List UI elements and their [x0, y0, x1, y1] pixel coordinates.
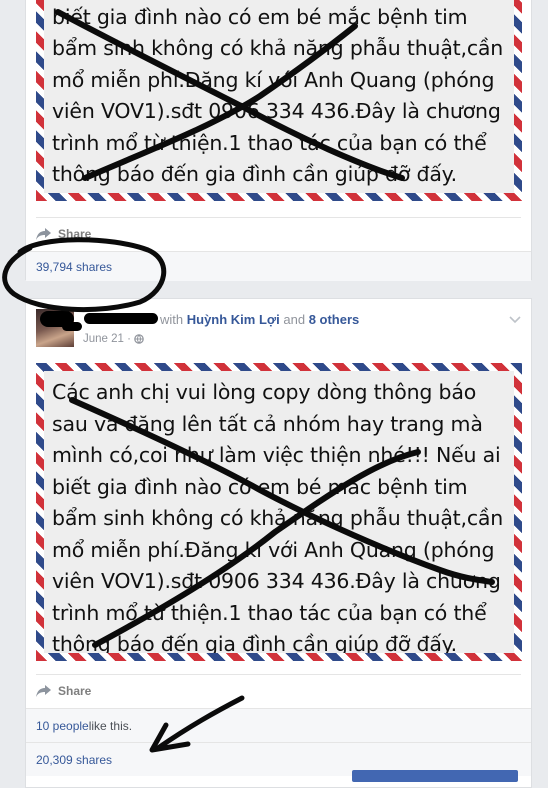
others-link[interactable]: 8 others: [309, 312, 360, 327]
action-button[interactable]: [352, 770, 518, 782]
share-arrow-icon: [36, 228, 52, 240]
notice-text-1: mình có,coi như làm việc thiện nhé!!! Nế…: [52, 4, 504, 187]
likes-people-link[interactable]: 10 people: [36, 719, 89, 733]
likes-row: 10 people like this.: [26, 708, 531, 742]
shares-count-link[interactable]: 39,794 shares: [36, 260, 112, 274]
share-button[interactable]: Share: [36, 217, 521, 250]
share-button[interactable]: Share: [36, 674, 521, 707]
with-prefix: with: [160, 312, 187, 327]
post-card-2: with Huỳnh Kim Lợi and 8 others June 21 …: [25, 298, 532, 788]
notice-text-2: Các anh chị vui lòng copy dòng thông báo…: [52, 380, 504, 656]
likes-suffix: like this.: [88, 718, 133, 733]
post-tagline: with Huỳnh Kim Lợi and 8 others: [160, 312, 359, 327]
redaction-mark: [62, 322, 82, 331]
share-label: Share: [58, 227, 92, 241]
redaction-mark: [84, 313, 158, 324]
chevron-down-icon[interactable]: [509, 311, 521, 329]
post-date[interactable]: June 21 ·: [83, 333, 144, 347]
with-and: and: [279, 312, 309, 327]
notice-image-1[interactable]: mình có,coi như làm việc thiện nhé!!! Nế…: [36, 0, 522, 201]
shares-count-link[interactable]: 20,309 shares: [36, 753, 112, 767]
notice-image-2[interactable]: Các anh chị vui lòng copy dòng thông báo…: [36, 363, 522, 661]
date-text: June 21 ·: [83, 333, 135, 345]
shares-row: 39,794 shares: [26, 251, 531, 281]
share-label: Share: [58, 684, 92, 698]
tagged-friend-link[interactable]: Huỳnh Kim Lợi: [187, 312, 280, 327]
post-card-1: mình có,coi như làm việc thiện nhé!!! Nế…: [25, 0, 532, 281]
globe-icon: [134, 334, 144, 347]
share-arrow-icon: [36, 685, 52, 697]
